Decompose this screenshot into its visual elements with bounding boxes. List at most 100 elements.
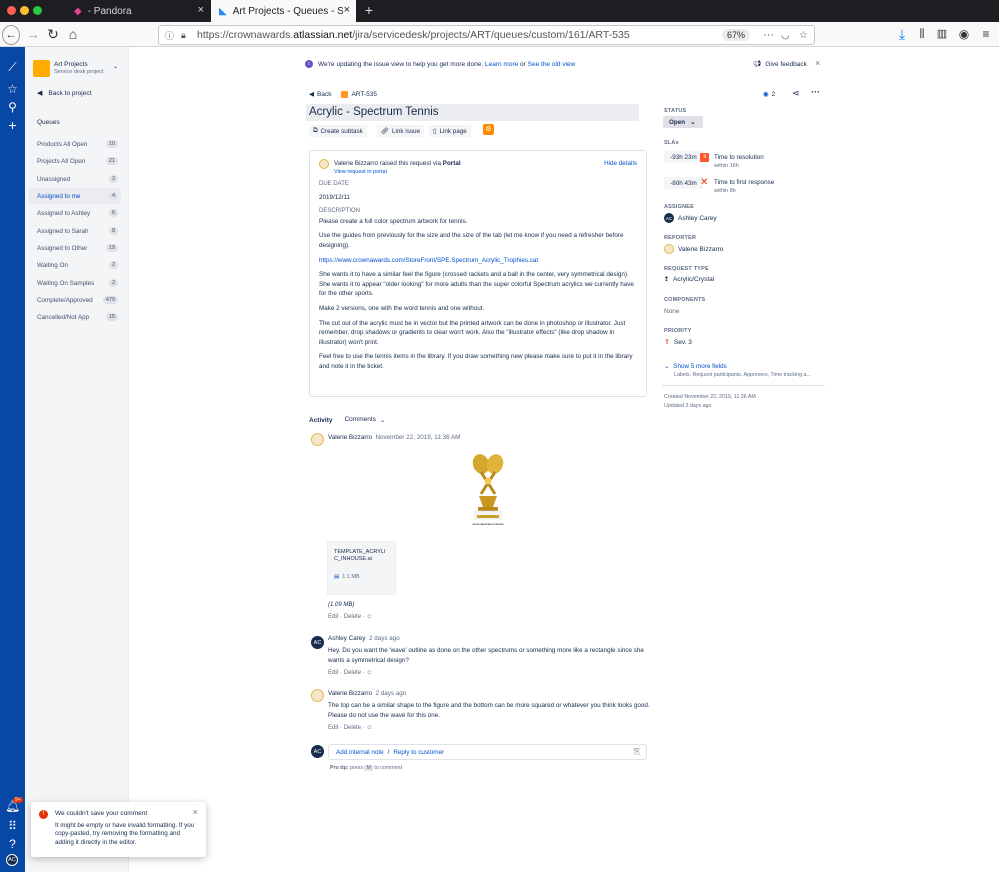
jira-logo-icon[interactable]: ⟋ [5, 60, 20, 75]
edit-comment-link[interactable]: Edit [328, 614, 338, 620]
queue-item[interactable]: Unassigned 3 [29, 171, 121, 187]
attachment-paperclip-icon[interactable]: ⎘ [634, 747, 640, 757]
app-switcher-icon[interactable]: ⠿ [5, 819, 20, 834]
sla-target: within 16h [714, 163, 739, 169]
zoom-window-dot[interactable] [33, 6, 42, 15]
queue-count-badge: 19 [105, 244, 118, 252]
search-icon[interactable]: ⚲ [5, 100, 20, 115]
url-bar[interactable]: ⓘ 🔒︎ https://crownawards. atlassian.net/j… [158, 25, 815, 45]
info-icon[interactable]: ⓘ [165, 29, 174, 42]
queue-item[interactable]: Assigned to Other 19 [29, 240, 121, 256]
share-icon[interactable]: ⋖ [792, 88, 800, 99]
delete-comment-link[interactable]: Delete [344, 614, 361, 620]
queue-item[interactable]: Assigned to Ashley 6 [29, 205, 121, 221]
add-internal-note-link[interactable]: Add internal note [336, 749, 384, 756]
reporter-avatar [664, 244, 674, 254]
back-arrow-icon[interactable]: ← [2, 25, 20, 45]
emoji-reaction-icon[interactable]: ☺ [366, 670, 372, 676]
components-value[interactable]: None [664, 308, 680, 315]
new-tab-icon[interactable]: + [360, 1, 378, 19]
close-tab-icon[interactable]: × [198, 4, 204, 16]
delete-comment-link[interactable]: Delete [344, 670, 361, 676]
queue-item[interactable]: Assigned to me 4 [29, 188, 121, 204]
bookmark-star-icon[interactable]: ☆ [799, 30, 808, 41]
starred-icon[interactable]: ☆ [5, 82, 20, 97]
due-date-value[interactable]: 2019/12/11 [319, 193, 637, 203]
commenter-avatar[interactable]: AC [311, 636, 324, 649]
project-name[interactable]: Art Projects [54, 61, 88, 68]
close-flag-icon[interactable]: × [193, 808, 198, 817]
reply-to-customer-link[interactable]: Reply to customer [393, 749, 444, 756]
edit-comment-link[interactable]: Edit [328, 725, 338, 731]
issue-title[interactable]: Acrylic - Spectrum Tennis [306, 104, 639, 121]
download-icon[interactable]: ⤓ [893, 25, 911, 43]
activity-filter-dropdown[interactable]: Comments ⌄ [344, 416, 385, 424]
home-icon[interactable]: ⌂ [64, 25, 82, 43]
status-dropdown[interactable]: Open ⌄ [663, 116, 703, 128]
tab-art-projects[interactable]: ◣ Art Projects - Queues - Service × [211, 0, 356, 22]
attachment-card[interactable]: TEMPLATE_ACRYLIC_INHOUSE.ai ▤ 1.1 MB [327, 541, 396, 595]
queue-item[interactable]: Products All Open 10 [29, 136, 121, 152]
zoom-level[interactable]: 67% [722, 29, 751, 41]
back-link[interactable]: ◀ Back [309, 90, 331, 99]
delete-comment-link[interactable]: Delete [344, 725, 361, 731]
give-feedback-button[interactable]: 📢︎ Give feedback [753, 60, 807, 69]
emoji-reaction-icon[interactable]: ☺ [366, 614, 372, 620]
request-type-field[interactable]: ❢ Acrylic/Crystal [664, 276, 714, 283]
create-subtask-button[interactable]: ⧉ Create subtask [309, 125, 367, 137]
show-more-fields-button[interactable]: ⌄ Show 5 more fields [664, 363, 727, 370]
sidebar-toggle-icon[interactable]: ▥ [933, 25, 951, 43]
trophy-image[interactable]: FAST 48 CHARACTERS ON TROPHIES [463, 452, 513, 532]
create-icon[interactable]: + [5, 118, 20, 133]
learn-more-link[interactable]: Learn more [485, 61, 518, 68]
queue-item[interactable]: Projects All Open 21 [29, 153, 121, 169]
comment-time[interactable]: 2 days ago [375, 690, 406, 697]
link-issue-button[interactable]: 🔗︎ Link issue [377, 125, 425, 137]
minimize-window-dot[interactable] [20, 6, 29, 15]
forward-arrow-icon[interactable]: → [24, 25, 42, 43]
comment-author[interactable]: Valerie Bizzarro [328, 434, 372, 441]
priority-field[interactable]: ⇑ Sev. 3 [664, 338, 692, 347]
queue-item[interactable]: Waiting On Samples 2 [29, 275, 121, 291]
comment-author[interactable]: Valerie Bizzarro [328, 690, 372, 697]
tab-pandora[interactable]: ◆ - Pandora × [66, 0, 210, 22]
chevron-down-icon[interactable]: ⌄ [113, 63, 118, 70]
queue-item[interactable]: Cancelled/Not App 15 [29, 309, 121, 325]
queue-item[interactable]: Complete/Approved 479 [29, 292, 121, 308]
reload-icon[interactable]: ↻ [44, 25, 62, 43]
back-to-project-link[interactable]: ◀ Back to project [37, 89, 91, 98]
commenter-avatar[interactable] [311, 689, 324, 702]
store-link[interactable]: https://www.crownawards.com/StoreFront/S… [319, 256, 637, 266]
pocket-icon[interactable]: ◡ [781, 30, 790, 41]
view-in-portal-link[interactable]: View request in portal [334, 169, 637, 176]
close-banner-icon[interactable]: × [815, 58, 820, 68]
more-actions-icon[interactable]: ··· [763, 29, 774, 41]
edit-comment-link[interactable]: Edit [328, 670, 338, 676]
comment-composer[interactable]: Add internal note / Reply to customer ⎘ [328, 744, 647, 760]
link-issue-label: Link issue [392, 127, 421, 135]
app-integration-icon[interactable]: ⚙ [483, 124, 494, 135]
library-icon[interactable]: ⫼ [913, 25, 931, 43]
watchers-button[interactable]: ◉ 2 [763, 90, 775, 99]
queue-item[interactable]: Assigned to Sarah 8 [29, 223, 121, 239]
comment-author[interactable]: Ashley Carey [328, 635, 365, 642]
menu-icon[interactable]: ≡ [977, 25, 995, 43]
help-icon[interactable]: ? [5, 837, 20, 852]
more-options-icon[interactable]: ··· [811, 87, 820, 97]
comment-time[interactable]: November 22, 2019, 11:36 AM [375, 434, 460, 441]
assignee-field[interactable]: AC Ashley Carey [664, 213, 717, 223]
old-view-link[interactable]: See the old view [528, 61, 576, 68]
account-icon[interactable]: ◉ [955, 25, 973, 43]
link-page-button[interactable]: ▯ Link page [429, 125, 471, 137]
close-tab-icon[interactable]: × [344, 4, 350, 16]
commenter-avatar[interactable] [311, 433, 324, 446]
emoji-reaction-icon[interactable]: ☺ [366, 725, 372, 731]
user-avatar[interactable]: AC [6, 854, 18, 866]
reporter-field[interactable]: Valerie Bizzarro [664, 244, 723, 254]
reporter-name[interactable]: Valerie Bizzarro [334, 160, 378, 167]
issue-key-link[interactable]: ART-535 [341, 90, 377, 98]
close-window-dot[interactable] [7, 6, 16, 15]
queue-item[interactable]: Waiting On 2 [29, 257, 121, 273]
hide-details-link[interactable]: Hide details [604, 159, 637, 169]
comment-time[interactable]: 2 days ago [369, 635, 400, 642]
